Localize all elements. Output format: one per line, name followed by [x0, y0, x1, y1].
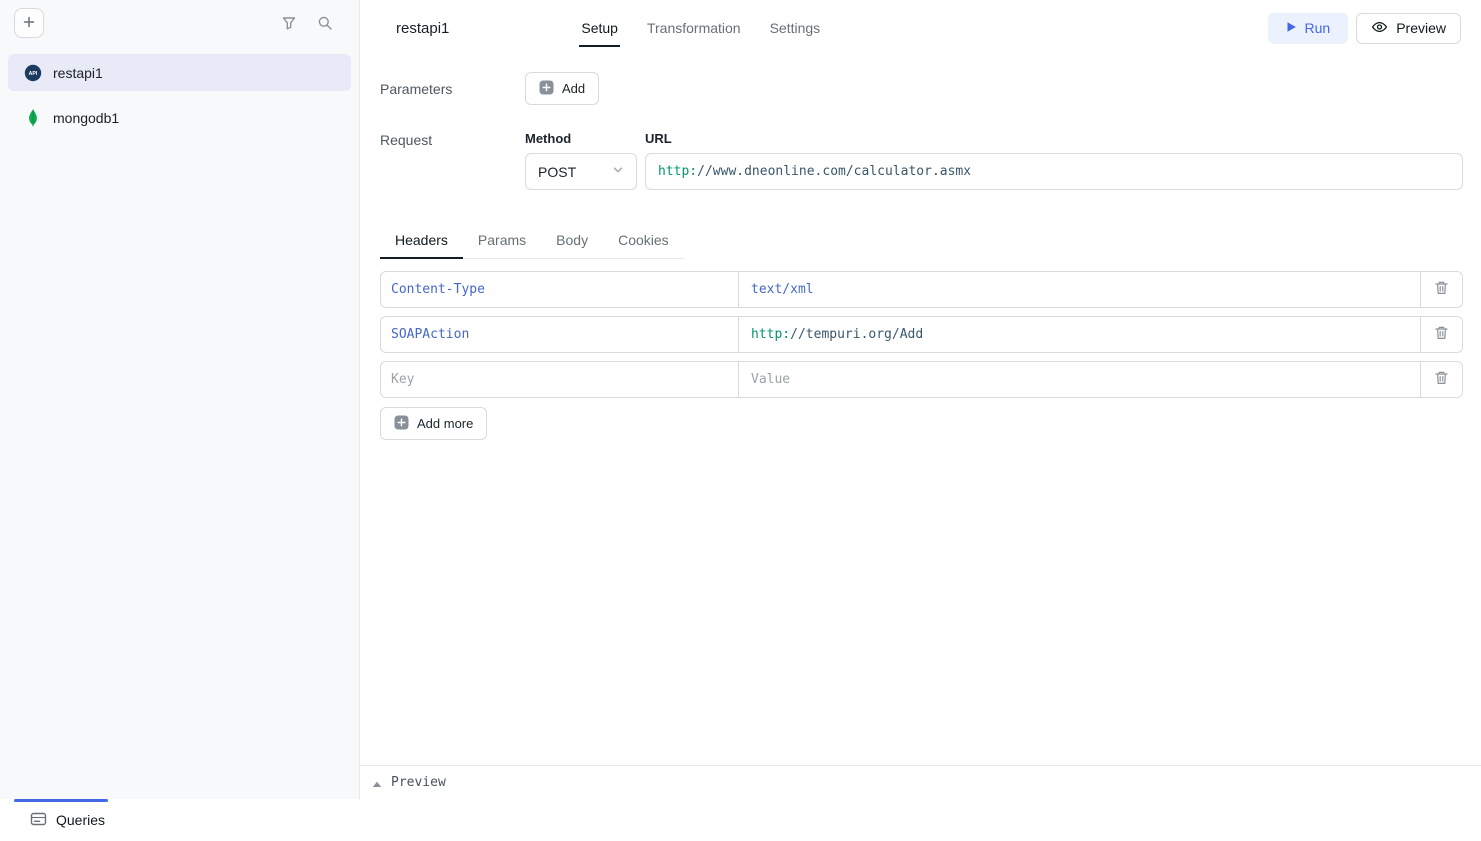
chevron-down-icon: [610, 162, 626, 181]
tab-headers[interactable]: Headers: [380, 226, 463, 259]
editor-tabs: Setup Transformation Settings: [579, 14, 822, 47]
header-key-input[interactable]: Content-Type: [381, 272, 738, 307]
parameters-label: Parameters: [380, 81, 525, 97]
header-value-rest: //tempuri.org/Add: [790, 327, 923, 342]
app-root: API restapi1 mongodb1: [0, 0, 1481, 841]
tab-cookies[interactable]: Cookies: [603, 226, 684, 259]
query-title[interactable]: restapi1: [396, 20, 449, 37]
preview-button-label: Preview: [1396, 20, 1446, 36]
caret-up-icon: [372, 775, 382, 791]
headers-table: Content-Type text/xml SO: [380, 271, 1463, 398]
table-row: Content-Type text/xml: [380, 271, 1463, 308]
run-button[interactable]: Run: [1268, 13, 1349, 44]
query-list: API restapi1 mongodb1: [0, 46, 359, 144]
add-parameter-button[interactable]: Add: [525, 72, 599, 105]
header-value-input[interactable]: text/xml: [738, 272, 1420, 307]
header-key-input[interactable]: Key: [381, 362, 738, 397]
url-input[interactable]: http://www.dneonline.com/calculator.asmx: [645, 153, 1463, 190]
restapi-icon: API: [24, 64, 42, 82]
add-more-wrap: Add more: [380, 407, 1463, 440]
url-rest: //www.dneonline.com/calculator.asmx: [697, 164, 971, 179]
method-label: Method: [525, 131, 637, 146]
header-actions: Run Preview: [1268, 13, 1461, 44]
query-item-label: restapi1: [53, 65, 103, 81]
delete-row-button[interactable]: [1420, 272, 1462, 307]
url-scheme: http:: [658, 164, 697, 179]
run-button-label: Run: [1305, 20, 1331, 36]
parameters-row: Parameters Add: [380, 72, 1463, 105]
trash-icon: [1434, 280, 1449, 299]
play-icon: [1286, 20, 1297, 36]
header-value-text: text/xml: [751, 282, 814, 297]
preview-button[interactable]: Preview: [1356, 13, 1461, 44]
search-icon[interactable]: [317, 15, 333, 31]
preview-panel-toggle[interactable]: Preview: [360, 765, 1481, 799]
setup-panel: Parameters Add Request Method: [360, 56, 1481, 765]
add-more-button[interactable]: Add more: [380, 407, 487, 440]
tab-settings[interactable]: Settings: [768, 14, 823, 47]
trash-icon: [1434, 370, 1449, 389]
filter-icon[interactable]: [281, 15, 297, 31]
bottom-bar: Queries: [0, 799, 1481, 841]
method-group: Method POST: [525, 131, 637, 190]
active-tab-indicator: [14, 799, 108, 802]
mongodb-icon: [24, 109, 42, 127]
bottom-tab-label: Queries: [56, 812, 105, 828]
request-label: Request: [380, 131, 525, 148]
plus-square-icon: [394, 415, 409, 433]
main-row: API restapi1 mongodb1: [0, 0, 1481, 799]
query-editor-header: restapi1 Setup Transformation Settings R…: [360, 0, 1481, 56]
eye-icon: [1371, 19, 1388, 38]
method-select[interactable]: POST: [525, 153, 637, 190]
plus-icon: [22, 15, 36, 32]
query-editor: restapi1 Setup Transformation Settings R…: [360, 0, 1481, 799]
tab-params[interactable]: Params: [463, 226, 541, 259]
trash-icon: [1434, 325, 1449, 344]
url-label: URL: [645, 131, 1463, 146]
tab-setup[interactable]: Setup: [579, 14, 620, 47]
header-value-placeholder: Value: [751, 372, 790, 387]
request-fields: Method POST URL http://www.dne: [525, 131, 1463, 190]
bottom-tab-queries[interactable]: Queries: [30, 811, 105, 830]
header-value-input[interactable]: Value: [738, 362, 1420, 397]
plus-square-icon: [539, 80, 554, 98]
add-parameter-label: Add: [562, 81, 585, 96]
delete-row-button[interactable]: [1420, 362, 1462, 397]
url-group: URL http://www.dneonline.com/calculator.…: [645, 131, 1463, 190]
header-key-text: Content-Type: [391, 282, 485, 297]
request-tabs: Headers Params Body Cookies: [380, 226, 684, 259]
request-row: Request Method POST URL: [380, 131, 1463, 190]
query-list-item-restapi1[interactable]: API restapi1: [8, 54, 351, 91]
svg-text:API: API: [29, 71, 38, 77]
header-key-placeholder: Key: [391, 372, 414, 387]
add-query-button[interactable]: [14, 8, 44, 38]
tab-transformation[interactable]: Transformation: [645, 14, 743, 47]
header-key-text: SOAPAction: [391, 327, 469, 342]
query-list-item-mongodb1[interactable]: mongodb1: [8, 99, 351, 136]
delete-row-button[interactable]: [1420, 317, 1462, 352]
table-row: Key Value: [380, 361, 1463, 398]
preview-panel-label: Preview: [391, 775, 446, 790]
add-more-label: Add more: [417, 416, 473, 431]
header-value-scheme: http:: [751, 327, 790, 342]
queries-sidebar: API restapi1 mongodb1: [0, 0, 360, 799]
tab-body[interactable]: Body: [541, 226, 603, 259]
queries-icon: [30, 811, 47, 830]
query-item-label: mongodb1: [53, 110, 119, 126]
header-key-input[interactable]: SOAPAction: [381, 317, 738, 352]
table-row: SOAPAction http://tempuri.org/Add: [380, 316, 1463, 353]
method-value: POST: [538, 164, 576, 180]
sidebar-toolbar: [0, 0, 359, 46]
header-value-input[interactable]: http://tempuri.org/Add: [738, 317, 1420, 352]
